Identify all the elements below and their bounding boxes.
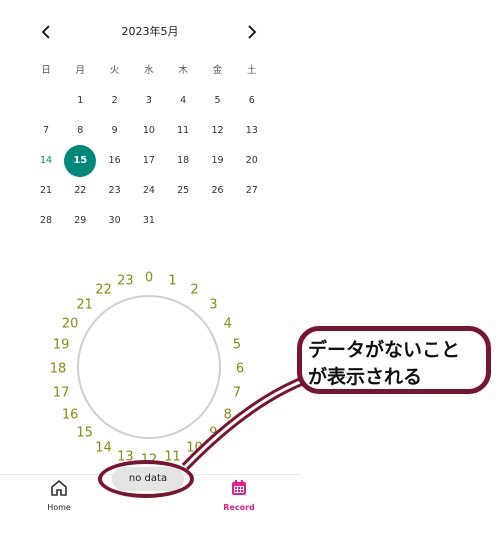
home-icon — [51, 479, 67, 496]
hour-label: 15 — [76, 425, 93, 441]
hour-label: 8 — [223, 407, 232, 422]
weekday-header: 火 — [109, 65, 120, 76]
calendar-day[interactable]: 30 — [98, 210, 132, 232]
chevron-right-icon — [248, 25, 257, 39]
nav-record[interactable]: Record — [209, 479, 269, 519]
calendar-day[interactable]: 8 — [63, 120, 97, 142]
calendar-day[interactable]: 18 — [166, 150, 200, 172]
hour-label: 5 — [232, 337, 242, 353]
hour-label: 19 — [52, 337, 70, 353]
calendar-day[interactable]: 11 — [166, 120, 200, 142]
hour-label: 0 — [144, 270, 154, 286]
hour-label: 6 — [235, 361, 245, 377]
calendar-day[interactable]: 27 — [235, 180, 269, 202]
nav-home[interactable]: Home — [29, 479, 89, 519]
weekday-header: 水 — [144, 65, 154, 76]
chevron-left-icon — [41, 25, 50, 39]
hour-label: 23 — [117, 273, 134, 289]
hour-label: 14 — [95, 440, 112, 456]
hour-label: 21 — [76, 297, 93, 313]
calendar-day[interactable]: 29 — [63, 210, 97, 232]
calendar-day[interactable]: 10 — [132, 120, 166, 142]
calendar-day-selected[interactable]: 15 — [64, 145, 97, 177]
weekday-header: 金 — [212, 65, 223, 76]
hour-label: 18 — [49, 361, 67, 377]
hour-label: 2 — [190, 282, 199, 298]
calendar-day[interactable]: 3 — [132, 90, 166, 112]
calendar-day[interactable]: 7 — [29, 120, 63, 142]
calendar-header: 2023年5月 — [0, 18, 300, 46]
calendar-day[interactable]: 12 — [201, 120, 235, 142]
calendar-day[interactable]: 24 — [132, 180, 166, 202]
hour-label: 22 — [95, 282, 112, 298]
weekday-header: 日 — [41, 65, 51, 76]
hour-label: 3 — [209, 297, 218, 313]
hour-label: 20 — [61, 316, 79, 331]
callout-line-1: データがないこと — [308, 339, 461, 361]
calendar-day[interactable]: 23 — [98, 180, 132, 202]
calendar-day[interactable]: 9 — [98, 120, 132, 142]
hour-label: 7 — [232, 385, 242, 401]
weekday-header: 木 — [178, 65, 188, 76]
annotation-ellipse — [98, 460, 194, 498]
calendar-day[interactable]: 16 — [98, 150, 132, 172]
hour-label: 4 — [223, 316, 232, 331]
calendar-day[interactable]: 28 — [29, 210, 63, 232]
calendar-day[interactable]: 14 — [29, 150, 63, 172]
hour-label: 1 — [168, 273, 177, 289]
calendar-day[interactable]: 25 — [166, 180, 200, 202]
calendar-day[interactable]: 22 — [63, 180, 97, 202]
calendar-day[interactable]: 1 — [63, 90, 97, 112]
prev-month-button[interactable] — [36, 20, 56, 44]
hour-dial: 0 1 2 3 4 5 6 7 8 9 10 11 12 13 14 15 16 17 18 19 20 21 22 23 — [0, 260, 300, 470]
calendar-day[interactable]: 5 — [201, 90, 235, 112]
calendar-day[interactable]: 6 — [235, 90, 269, 112]
calendar-day[interactable]: 2 — [98, 90, 132, 112]
calendar-day[interactable]: 21 — [29, 180, 63, 202]
callout-text: データがないこと が表示される — [308, 337, 480, 391]
calendar-day[interactable]: 19 — [201, 150, 235, 172]
callout-line-2: が表示される — [308, 366, 423, 388]
nav-home-label: Home — [47, 503, 71, 512]
dial-circle — [77, 295, 221, 439]
calendar-day[interactable]: 31 — [132, 210, 166, 232]
next-month-button[interactable] — [242, 20, 262, 44]
calendar-day[interactable]: 13 — [235, 120, 269, 142]
hour-label: 17 — [52, 385, 70, 401]
month-title: 2023年5月 — [121, 25, 179, 38]
calendar-day[interactable]: 17 — [132, 150, 166, 172]
hour-label: 10 — [186, 440, 203, 456]
weekday-header: 土 — [247, 65, 257, 76]
hour-label: 16 — [61, 407, 79, 422]
weekday-header: 月 — [75, 65, 86, 76]
hour-label: 9 — [209, 425, 218, 441]
calendar-day[interactable]: 26 — [201, 180, 235, 202]
calendar-icon — [232, 480, 246, 495]
calendar-day[interactable]: 4 — [166, 90, 200, 112]
nav-record-label: Record — [223, 503, 255, 512]
annotation-callout: データがないこと が表示される — [297, 326, 491, 394]
calendar-day[interactable]: 20 — [235, 150, 269, 172]
